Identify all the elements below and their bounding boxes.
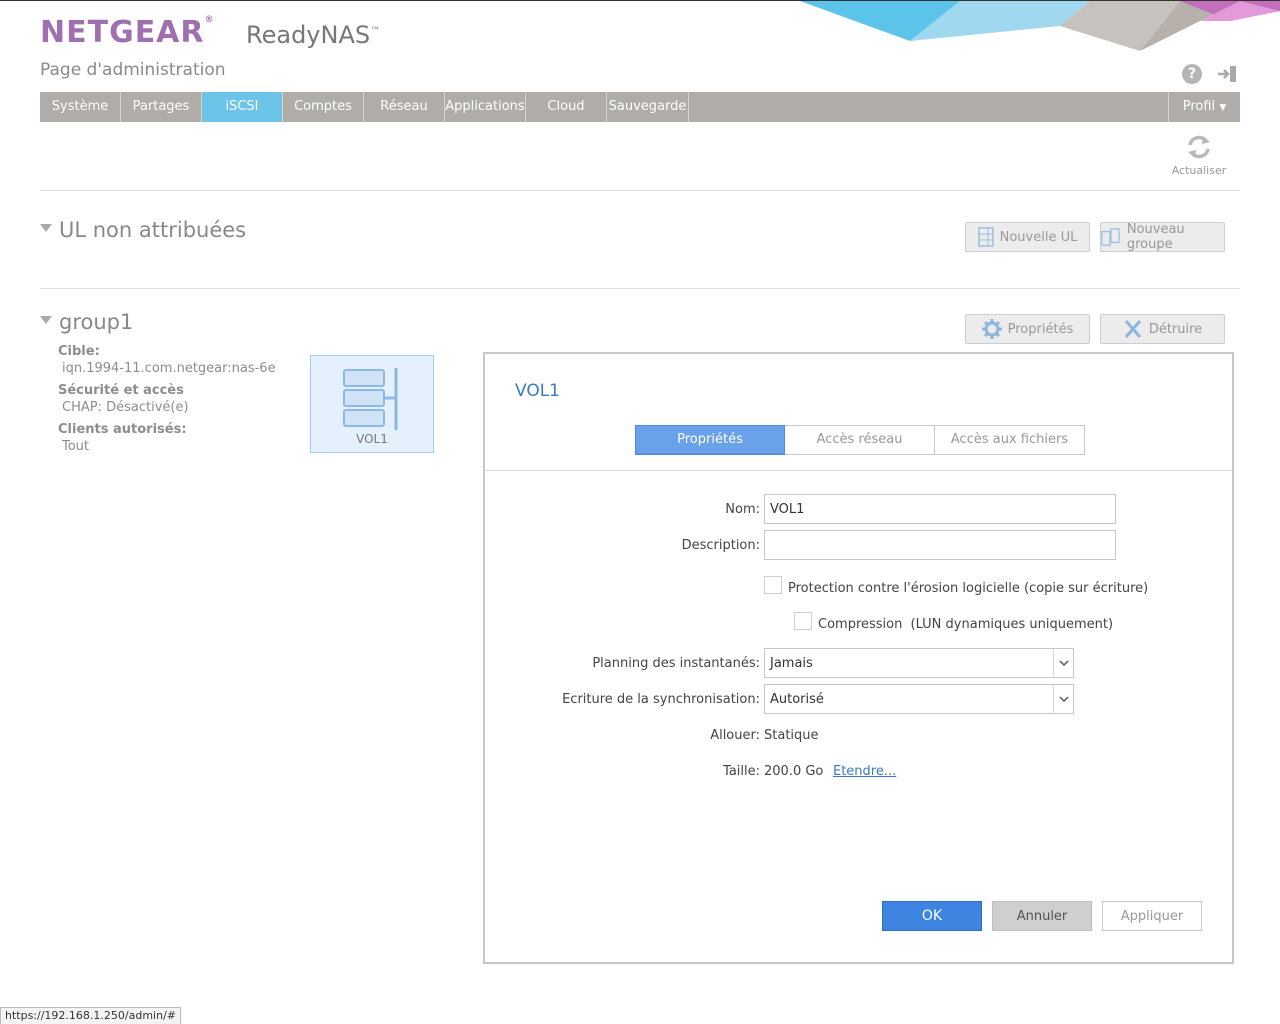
destroy-label: Détruire <box>1148 321 1203 337</box>
nav-item-iscsi[interactable]: iSCSI <box>202 92 283 122</box>
nav-item-comptes[interactable]: Comptes <box>283 92 364 122</box>
divider <box>40 190 1240 191</box>
name-input[interactable] <box>764 494 1116 524</box>
ok-button[interactable]: OK <box>882 901 982 931</box>
compression-label: Compression (LUN dynamiques uniquement) <box>818 617 1113 632</box>
name-label: Nom: <box>725 502 760 517</box>
divider <box>40 288 1240 289</box>
main-nav: Système Partages iSCSI Comptes Réseau Ap… <box>40 92 1240 122</box>
chevron-down-icon <box>1053 685 1073 713</box>
security-value: CHAP: Désactivé(e) <box>62 400 189 415</box>
cancel-button[interactable]: Annuler <box>992 901 1092 931</box>
snapshot-select[interactable]: Jamais <box>764 648 1074 678</box>
nav-item-reseau[interactable]: Réseau <box>364 92 445 122</box>
new-group-label: Nouveau groupe <box>1126 222 1185 252</box>
properties-label: Propriétés <box>1007 321 1074 337</box>
sync-value: Autorisé <box>770 691 824 707</box>
lun-tile-label: VOL1 <box>356 432 388 446</box>
profile-menu[interactable]: Profil ▼ <box>1168 92 1240 122</box>
dialog-title: VOL1 <box>515 381 560 401</box>
compression-checkbox[interactable] <box>794 612 812 630</box>
nav-item-applications[interactable]: Applications <box>445 92 526 122</box>
protection-checkbox[interactable] <box>764 576 782 594</box>
dialog-tabs: Propriétés Accès réseau Accès aux fichie… <box>635 425 1085 455</box>
target-value: iqn.1994-11.com.netgear:nas-6e <box>62 361 276 376</box>
size-label: Taille: <box>723 764 760 779</box>
snapshot-value: Jamais <box>770 655 813 671</box>
group-title: group1 <box>59 310 134 334</box>
tab-network-access[interactable]: Accès réseau <box>785 425 935 455</box>
page-subtitle: Page d'administration <box>40 60 226 80</box>
brand-name: NETGEAR <box>40 15 205 50</box>
security-label: Sécurité et accès <box>58 383 184 398</box>
sync-select[interactable]: Autorisé <box>764 684 1074 714</box>
lun-icon <box>977 227 994 247</box>
product-label: ReadyNAS <box>246 21 371 49</box>
tab-properties[interactable]: Propriétés <box>635 425 785 455</box>
brand-logo: NETGEAR® <box>40 15 215 50</box>
allocate-label: Allouer: <box>710 728 760 743</box>
nav-item-systeme[interactable]: Système <box>40 92 121 122</box>
x-icon <box>1124 320 1141 338</box>
header-decoration <box>800 1 1280 51</box>
description-input[interactable] <box>764 530 1116 560</box>
lun-tile[interactable]: VOL1 <box>310 355 434 453</box>
sync-label: Ecriture de la synchronisation: <box>562 692 760 707</box>
apply-button[interactable]: Appliquer <box>1102 901 1202 931</box>
collapse-triangle-icon <box>40 316 52 324</box>
lun-properties-dialog: VOL1 Propriétés Accès réseau Accès aux f… <box>483 352 1234 964</box>
snapshot-label: Planning des instantanés: <box>592 656 760 671</box>
refresh-icon <box>1188 135 1210 159</box>
section-title: UL non attribuées <box>59 218 247 242</box>
size-value: 200.0 Go <box>764 764 824 779</box>
tab-file-access[interactable]: Accès aux fichiers <box>935 425 1085 455</box>
refresh-button[interactable]: Actualiser <box>1170 133 1228 177</box>
chevron-down-icon <box>1053 649 1073 677</box>
caret-down-icon: ▼ <box>1219 103 1227 113</box>
collapse-triangle-icon <box>40 224 52 232</box>
dialog-divider <box>485 470 1232 471</box>
new-lun-button[interactable]: Nouvelle UL <box>965 222 1090 252</box>
destroy-button[interactable]: Détruire <box>1100 314 1225 344</box>
allocate-value: Statique <box>764 728 819 743</box>
product-trademark: ™ <box>370 26 381 37</box>
new-group-button[interactable]: Nouveau groupe <box>1100 222 1225 252</box>
nav-item-sauvegarde[interactable]: Sauvegarde <box>607 92 689 122</box>
lun-disk-icon <box>343 368 398 430</box>
group-section-header[interactable]: group1 <box>40 310 133 334</box>
new-lun-label: Nouvelle UL <box>999 229 1078 245</box>
description-label: Description: <box>681 538 760 553</box>
gear-icon <box>981 319 1002 339</box>
group-icon <box>1101 228 1120 246</box>
refresh-label: Actualiser <box>1171 164 1227 177</box>
brand-registered-mark: ® <box>204 15 215 25</box>
group-properties-button[interactable]: Propriétés <box>965 314 1090 344</box>
nav-item-partages[interactable]: Partages <box>121 92 202 122</box>
product-name: ReadyNAS™ <box>246 21 380 49</box>
extend-link[interactable]: Etendre... <box>833 764 896 779</box>
nav-item-cloud[interactable]: Cloud <box>526 92 607 122</box>
clients-value: Tout <box>62 439 90 454</box>
protection-label: Protection contre l'érosion logicielle (… <box>788 581 1149 596</box>
status-bar-url: https://192.168.1.250/admin/# <box>0 1007 181 1024</box>
unassigned-lun-section-header[interactable]: UL non attribuées <box>40 218 246 242</box>
question-circle-icon[interactable]: ? <box>1182 64 1202 84</box>
clients-label: Clients autorisés: <box>58 422 187 437</box>
compression-note: (LUN dynamiques uniquement) <box>910 617 1114 632</box>
target-label: Cible: <box>58 344 100 359</box>
compression-text: Compression <box>818 617 903 632</box>
logout-icon[interactable] <box>1216 63 1238 85</box>
profile-label: Profil <box>1182 99 1216 114</box>
